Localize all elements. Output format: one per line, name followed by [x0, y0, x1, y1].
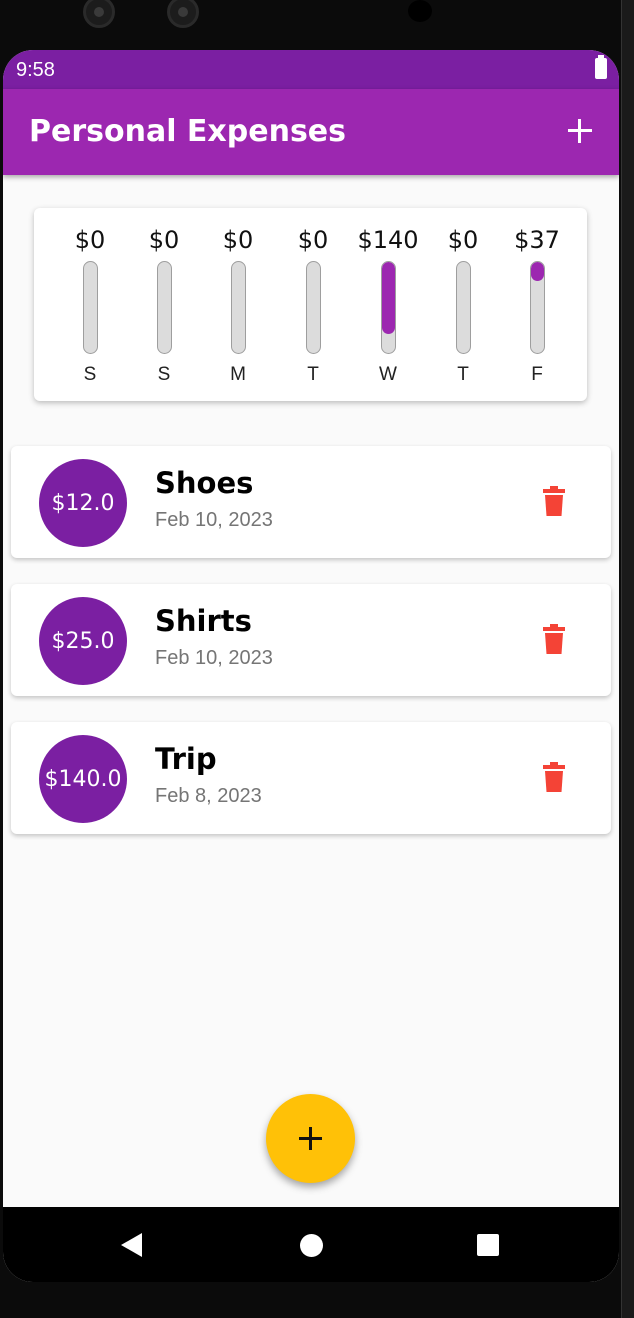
add-transaction-fab[interactable]	[266, 1094, 355, 1183]
system-nav-bar	[3, 1207, 619, 1282]
chart-day-column: $0 S	[52, 208, 128, 401]
chart-day-amount: $0	[148, 226, 180, 254]
chart-day-column: $140 W	[350, 208, 426, 401]
chart-bar-track	[530, 261, 545, 354]
transaction-date: Feb 8, 2023	[155, 785, 262, 807]
chart-bar-track	[83, 261, 98, 354]
device-bezel-side	[621, 0, 634, 1318]
chart-bar-track	[456, 261, 471, 354]
chart-bar-track	[231, 261, 246, 354]
amount-avatar: $25.0	[39, 597, 127, 685]
chart-bar-fill	[531, 262, 544, 282]
chart-day-label: T	[457, 364, 469, 385]
chart-day-label: T	[307, 364, 319, 385]
transaction-title: Shirts	[155, 604, 252, 638]
page-title: Personal Expenses	[29, 114, 347, 149]
chart-bar-track	[381, 261, 396, 354]
recents-square-icon[interactable]	[477, 1234, 499, 1256]
amount-avatar: $140.0	[39, 735, 127, 823]
transaction-title: Shoes	[155, 466, 254, 500]
transaction-date: Feb 10, 2023	[155, 647, 273, 669]
chart-day-label: S	[157, 364, 171, 385]
chart-day-label: S	[83, 364, 97, 385]
chart-day-column: $37 F	[499, 208, 575, 401]
phone-screen: 9:58 Personal Expenses $0 S $0 S $0 M $0…	[3, 50, 619, 1282]
chart-day-amount: $0	[222, 226, 254, 254]
front-sensor	[408, 0, 432, 22]
trash-icon	[543, 762, 565, 792]
camera-lens	[167, 0, 199, 28]
camera-lens	[83, 0, 115, 28]
trash-icon	[543, 486, 565, 516]
transaction-card: $25.0 Shirts Feb 10, 2023	[11, 584, 611, 696]
chart-day-column: $0 T	[425, 208, 501, 401]
add-transaction-button[interactable]	[563, 114, 597, 148]
delete-button[interactable]	[543, 624, 565, 654]
status-time: 9:58	[16, 59, 55, 81]
transaction-card: $140.0 Trip Feb 8, 2023	[11, 722, 611, 834]
chart-day-label: F	[531, 364, 543, 385]
chart-day-amount: $0	[447, 226, 479, 254]
transaction-title: Trip	[155, 742, 217, 776]
weekly-chart: $0 S $0 S $0 M $0 T $140 W $0 T $37 F	[34, 208, 587, 401]
transaction-date: Feb 10, 2023	[155, 509, 273, 531]
trash-icon	[543, 624, 565, 654]
back-triangle-icon[interactable]	[121, 1233, 142, 1257]
chart-day-amount: $0	[74, 226, 106, 254]
chart-day-amount: $37	[514, 226, 560, 254]
battery-icon	[595, 55, 607, 79]
chart-bar-track	[306, 261, 321, 354]
delete-button[interactable]	[543, 486, 565, 516]
delete-button[interactable]	[543, 762, 565, 792]
status-bar: 9:58	[3, 50, 619, 89]
chart-day-amount: $140	[357, 226, 419, 254]
chart-day-label: W	[379, 364, 397, 385]
amount-avatar: $12.0	[39, 459, 127, 547]
chart-bar-fill	[382, 262, 395, 334]
chart-day-column: $0 T	[275, 208, 351, 401]
chart-day-column: $0 M	[200, 208, 276, 401]
chart-day-label: M	[230, 364, 246, 385]
chart-day-column: $0 S	[126, 208, 202, 401]
chart-bar-track	[157, 261, 172, 354]
transaction-card: $12.0 Shoes Feb 10, 2023	[11, 446, 611, 558]
app-bar: Personal Expenses	[3, 89, 619, 175]
home-circle-icon[interactable]	[300, 1234, 323, 1257]
chart-day-amount: $0	[297, 226, 329, 254]
